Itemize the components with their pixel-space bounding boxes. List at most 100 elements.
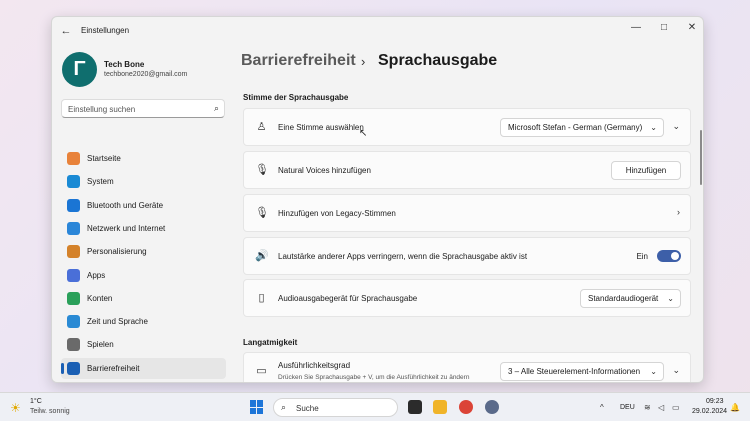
wifi-icon[interactable]: ≋ — [644, 403, 651, 412]
file-explorer-icon[interactable] — [433, 400, 447, 414]
chevron-up-icon[interactable]: ^ — [600, 403, 604, 412]
sidebar-item-label: Personalisierung — [87, 247, 147, 256]
verbosity-icon: ▭ — [256, 365, 267, 377]
active-indicator — [61, 363, 64, 374]
network-icon — [67, 222, 80, 235]
notification-bell-icon[interactable]: 🔔 — [730, 403, 740, 412]
accessibility-icon — [67, 362, 80, 375]
section-title-voice: Stimme der Sprachausgabe — [243, 93, 349, 102]
sidebar-item-label: Apps — [87, 271, 106, 280]
settings-window: ← Einstellungen — □ ✕ Γ Tech Bone techbo… — [51, 16, 704, 383]
windows-logo-tile — [257, 400, 263, 407]
verbosity-hint: Drücken Sie Sprachausgabe + V, um die Au… — [278, 374, 470, 381]
breadcrumb-separator-icon: › — [361, 54, 366, 69]
globe-icon — [67, 315, 80, 328]
reduce-volume-toggle[interactable] — [657, 250, 681, 262]
task-view-icon[interactable] — [408, 400, 422, 414]
brush-icon — [67, 245, 80, 258]
legacy-voices-card[interactable]: 🎙 Hinzufügen von Legacy-Stimmen › — [243, 194, 691, 232]
person-icon: ♙ — [256, 121, 267, 133]
sidebar-item-spielen[interactable]: Spielen — [61, 334, 226, 355]
weather-description: Teilw. sonnig — [30, 408, 70, 415]
scrollbar[interactable] — [700, 130, 702, 185]
microphone-icon: 🎙 — [255, 164, 269, 176]
audio-device-value: Standardaudiogerät — [588, 294, 659, 303]
clock-time[interactable]: 09:23 — [706, 398, 724, 405]
title-bar: ← Einstellungen — □ ✕ — [52, 17, 703, 45]
sidebar-item-label: Bluetooth und Geräte — [87, 201, 164, 210]
sidebar-item-label: Spielen — [87, 340, 114, 349]
verbosity-label: Ausführlichkeitsgrad — [278, 361, 351, 370]
home-icon — [67, 152, 80, 165]
weather-sun-icon[interactable]: ☀ — [10, 401, 21, 415]
page-title: Sprachausgabe — [378, 52, 498, 69]
verbosity-card[interactable]: ▭ Ausführlichkeitsgrad Drücken Sie Sprac… — [243, 352, 691, 382]
audio-device-dropdown[interactable]: Standardaudiogerät ⌄ — [580, 289, 681, 308]
sidebar-item-startseite[interactable]: Startseite — [61, 148, 226, 169]
sidebar-item-personalisierung[interactable]: Personalisierung — [61, 241, 226, 262]
language-indicator[interactable]: DEU — [620, 404, 635, 411]
toggle-state-label: Ein — [636, 252, 648, 261]
volume-icon[interactable]: ◁ — [658, 403, 664, 412]
sidebar-item-label: System — [87, 177, 114, 186]
legacy-voices-label: Hinzufügen von Legacy-Stimmen — [278, 209, 396, 218]
weather-temperature: 1°C — [30, 398, 42, 405]
voice-select-card[interactable]: ♙ Eine Stimme auswählen Microsoft Stefan… — [243, 108, 691, 146]
avatar[interactable]: Γ — [62, 52, 97, 87]
chrome-icon[interactable] — [459, 400, 473, 414]
windows-logo-tile — [257, 407, 263, 414]
back-button[interactable]: ← — [58, 23, 74, 39]
voice-dropdown-value: Microsoft Stefan - German (Germany) — [508, 123, 643, 132]
natural-voices-card: 🎙 Natural Voices hinzufügen Hinzufügen — [243, 151, 691, 189]
sidebar-item-label: Netzwerk und Internet — [87, 224, 166, 233]
clock-date[interactable]: 29.02.2024 — [692, 408, 727, 415]
windows-logo-tile — [250, 400, 256, 407]
toggle-knob — [671, 252, 679, 260]
search-placeholder: Einstellung suchen — [68, 105, 136, 114]
sidebar-item-label: Zeit und Sprache — [87, 317, 148, 326]
voice-dropdown[interactable]: Microsoft Stefan - German (Germany) ⌄ — [500, 118, 664, 137]
sidebar-item-system[interactable]: System — [61, 171, 226, 192]
profile-name: Tech Bone — [104, 60, 145, 69]
gaming-icon — [67, 338, 80, 351]
system-icon — [67, 175, 80, 188]
verbosity-dropdown-value: 3 – Alle Steuerelement-Informationen — [508, 367, 641, 376]
profile-email: techbone2020@gmail.com — [104, 71, 188, 78]
sidebar-item-barrierefreiheit[interactable]: Barrierefreiheit — [61, 358, 226, 379]
chevron-down-icon: ⌄ — [667, 294, 674, 303]
chevron-down-icon[interactable]: ⌄ — [672, 365, 680, 376]
speaker-icon: 🔊 — [255, 250, 269, 262]
start-button-icon[interactable] — [250, 400, 264, 414]
natural-voices-label: Natural Voices hinzufügen — [278, 166, 371, 175]
taskbar: ☀ 1°C Teilw. sonnig ⌕ Suche ^ DEU ≋ ◁ ▭ … — [0, 392, 750, 421]
section-title-verbosity: Langatmigkeit — [243, 338, 298, 347]
sidebar-item-zeit-und-sprache[interactable]: Zeit und Sprache — [61, 311, 226, 332]
minimize-button[interactable]: — — [625, 20, 647, 36]
sidebar-item-apps[interactable]: Apps — [61, 265, 226, 286]
verbosity-dropdown[interactable]: 3 – Alle Steuerelement-Informationen ⌄ — [500, 362, 664, 381]
sidebar-item-datenschutz-und-sicherheit[interactable]: Datenschutz und Sicherheit — [61, 381, 226, 382]
battery-icon[interactable]: ▭ — [672, 403, 680, 412]
sidebar-item-netzwerk-und-internet[interactable]: Netzwerk und Internet — [61, 218, 226, 239]
mouse-cursor-icon: ↖ — [359, 128, 368, 139]
reduce-volume-label: Lautstärke anderer Apps verringern, wenn… — [278, 252, 528, 261]
close-button[interactable]: ✕ — [681, 20, 703, 36]
audio-device-label: Audioausgabegerät für Sprachausgabe — [278, 294, 418, 303]
sidebar-item-konten[interactable]: Konten — [61, 288, 226, 309]
add-voices-button[interactable]: Hinzufügen — [611, 161, 681, 180]
sidebar-item-label: Barrierefreiheit — [87, 364, 140, 373]
sidebar-item-label: Startseite — [87, 154, 121, 163]
chevron-down-icon: ⌄ — [650, 367, 657, 376]
apps-icon — [67, 269, 80, 282]
sidebar-item-label: Konten — [87, 294, 113, 303]
search-icon[interactable]: ⌕ — [214, 103, 219, 114]
search-input[interactable]: Einstellung suchen ⌕ — [61, 99, 225, 118]
sidebar-item-bluetooth-und-geräte[interactable]: Bluetooth und Geräte — [61, 195, 226, 216]
breadcrumb-parent[interactable]: Barrierefreiheit — [241, 52, 356, 70]
audio-device-card: ▯ Audioausgabegerät für Sprachausgabe St… — [243, 279, 691, 317]
speaker-device-icon: ▯ — [258, 292, 265, 304]
settings-app-icon[interactable] — [485, 400, 499, 414]
chevron-down-icon[interactable]: ⌄ — [672, 121, 680, 132]
maximize-button[interactable]: □ — [653, 20, 675, 36]
taskbar-search[interactable]: ⌕ Suche — [273, 398, 398, 417]
